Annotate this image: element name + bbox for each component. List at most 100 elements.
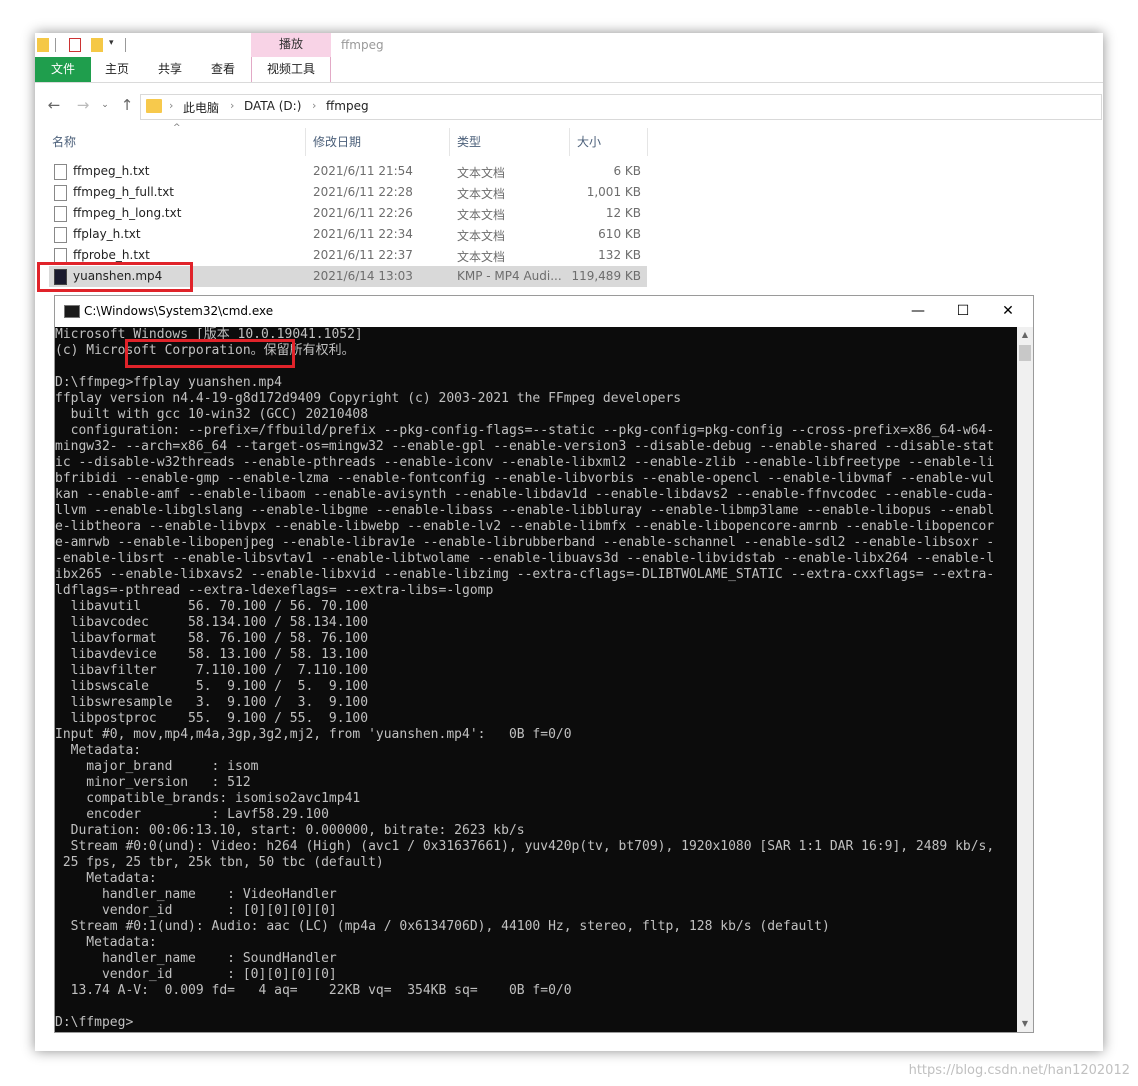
quick-access-toolbar: ▾ xyxy=(35,33,285,57)
maximize-button[interactable]: ☐ xyxy=(948,299,978,323)
file-type: 文本文档 xyxy=(457,187,506,201)
console-output[interactable]: Microsoft Windows [版本 10.0.19041.1052] (c… xyxy=(55,327,1016,1032)
console-line: -enable-libsrt --enable-libsvtav1 --enab… xyxy=(55,551,995,566)
file-type: 文本文档 xyxy=(457,166,506,180)
file-type: KMP - MP4 Audi... xyxy=(457,269,562,283)
separator xyxy=(125,38,127,52)
breadcrumb-this-pc[interactable]: 此电脑 xyxy=(183,99,219,116)
console-line: Input #0, mov,mp4,m4a,3gp,3g2,mj2, from … xyxy=(55,727,572,742)
chevron-right-icon[interactable]: › xyxy=(169,99,173,112)
console-line: major_brand : isom xyxy=(55,759,259,774)
tab-view[interactable]: 查看 xyxy=(201,57,245,82)
ribbon-tabs: 文件 主页 共享 查看 视频工具 xyxy=(35,57,1103,83)
minimize-button[interactable]: — xyxy=(903,299,933,323)
folder-icon xyxy=(146,99,162,113)
console-line: ic --disable-w32threads --enable-pthread… xyxy=(55,455,995,470)
console-line: 25 fps, 25 tbr, 25k tbn, 50 tbc (default… xyxy=(55,855,384,870)
file-row[interactable]: ffmpeg_h_long.txt 2021/6/11 22:26 文本文档 1… xyxy=(49,203,647,224)
column-divider[interactable] xyxy=(305,128,306,156)
console-line: mingw32- --arch=x86_64 --target-os=mingw… xyxy=(55,439,995,454)
address-box[interactable]: › 此电脑 › DATA (D:) › ffmpeg xyxy=(140,94,1102,120)
column-header-name[interactable]: 名称 xyxy=(52,128,76,156)
console-line: llvm --enable-libglslang --enable-libgme… xyxy=(55,503,995,518)
console-line: libpostproc 55. 9.100 / 55. 9.100 xyxy=(55,711,369,726)
column-header-size[interactable]: 大小 xyxy=(577,128,601,156)
file-row[interactable]: ffplay_h.txt 2021/6/11 22:34 文本文档 610 KB xyxy=(49,224,647,245)
console-line: vendor_id : [0][0][0][0] xyxy=(55,903,337,918)
sort-arrow-icon: ^ xyxy=(173,123,181,133)
forward-arrow-icon[interactable]: → xyxy=(73,95,93,115)
scroll-up-icon[interactable]: ▲ xyxy=(1017,327,1033,343)
file-row[interactable]: ffmpeg_h_full.txt 2021/6/11 22:28 文本文档 1… xyxy=(49,182,647,203)
cmd-window[interactable]: C:\Windows\System32\cmd.exe — ☐ ✕ Micros… xyxy=(54,295,1034,1033)
console-line: configuration: --prefix=/ffbuild/prefix … xyxy=(55,423,995,438)
cmd-title-bar[interactable]: C:\Windows\System32\cmd.exe — ☐ ✕ xyxy=(55,296,1033,327)
scroll-down-icon[interactable]: ▼ xyxy=(1017,1016,1033,1032)
properties-icon[interactable] xyxy=(69,38,81,52)
column-divider[interactable] xyxy=(449,128,450,156)
separator xyxy=(55,38,57,52)
column-divider[interactable] xyxy=(647,128,648,156)
file-row[interactable]: ffmpeg_h.txt 2021/6/11 21:54 文本文档 6 KB xyxy=(49,161,647,182)
column-header-type[interactable]: 类型 xyxy=(457,128,481,156)
console-line: ibx265 --enable-libxavs2 --enable-libxvi… xyxy=(55,567,995,582)
tab-video-tools[interactable]: 视频工具 xyxy=(251,57,331,82)
chevron-right-icon[interactable]: › xyxy=(230,99,234,112)
file-date: 2021/6/11 22:26 xyxy=(313,206,413,220)
console-line: handler_name : SoundHandler xyxy=(55,951,337,966)
breadcrumb-data-drive[interactable]: DATA (D:) xyxy=(244,99,301,113)
file-size: 119,489 KB xyxy=(571,269,641,283)
watermark: https://blog.csdn.net/han1202012 xyxy=(908,1063,1130,1078)
console-line: vendor_id : [0][0][0][0] xyxy=(55,967,337,982)
console-line: 13.74 A-V: 0.009 fd= 4 aq= 22KB vq= 354K… xyxy=(55,983,572,998)
highlight-box xyxy=(125,339,295,368)
column-header-date[interactable]: 修改日期 xyxy=(313,128,361,156)
chevron-right-icon[interactable]: › xyxy=(312,99,316,112)
file-type: 文本文档 xyxy=(457,208,506,222)
console-line: Metadata: xyxy=(55,871,157,886)
console-line: Metadata: xyxy=(55,935,157,950)
file-name: ffmpeg_h_long.txt xyxy=(73,206,182,220)
console-line: compatible_brands: isomiso2avc1mp41 xyxy=(55,791,361,806)
tab-share[interactable]: 共享 xyxy=(148,57,192,82)
file-size: 1,001 KB xyxy=(586,185,641,199)
console-line: libavformat 58. 76.100 / 58. 76.100 xyxy=(55,631,369,646)
console-line: D:\ffmpeg> xyxy=(55,1015,134,1030)
tab-home[interactable]: 主页 xyxy=(95,57,139,82)
text-file-icon xyxy=(54,164,67,180)
file-name: ffmpeg_h_full.txt xyxy=(73,185,175,199)
console-line: built with gcc 10-win32 (GCC) 20210408 xyxy=(55,407,369,422)
vertical-scrollbar[interactable]: ▲ ▼ xyxy=(1017,327,1033,1032)
folder-icon[interactable] xyxy=(37,38,49,52)
console-line: libavfilter 7.110.100 / 7.110.100 xyxy=(55,663,369,678)
tab-file[interactable]: 文件 xyxy=(35,57,91,82)
console-line: encoder : Lavf58.29.100 xyxy=(55,807,329,822)
new-folder-icon[interactable] xyxy=(91,38,103,52)
console-line: libavcodec 58.134.100 / 58.134.100 xyxy=(55,615,369,630)
file-type: 文本文档 xyxy=(457,250,506,264)
breadcrumb-ffmpeg[interactable]: ffmpeg xyxy=(326,99,369,113)
console-line: libswresample 3. 9.100 / 3. 9.100 xyxy=(55,695,369,710)
window-title: ffmpeg xyxy=(341,38,384,52)
close-button[interactable]: ✕ xyxy=(993,299,1023,323)
console-line: Stream #0:1(und): Audio: aac (LC) (mp4a … xyxy=(55,919,830,934)
up-arrow-icon[interactable]: ↑ xyxy=(117,95,137,115)
console-line: ldflags=-pthread --extra-ldexeflags= --e… xyxy=(55,583,494,598)
console-line: e-amrwb --enable-libopenjpeg --enable-li… xyxy=(55,535,995,550)
back-arrow-icon[interactable]: ← xyxy=(44,95,64,115)
scroll-thumb[interactable] xyxy=(1019,345,1031,361)
screenshot-frame: ▾ 播放 ffmpeg 文件 主页 共享 查看 视频工具 ← → ⌄ ↑ › 此… xyxy=(35,33,1103,1051)
console-line: kan --enable-amf --enable-libaom --enabl… xyxy=(55,487,995,502)
column-divider[interactable] xyxy=(569,128,570,156)
chevron-down-icon[interactable]: ⌄ xyxy=(95,95,115,115)
console-line: D:\ffmpeg>ffplay yuanshen.mp4 xyxy=(55,375,282,390)
console-line: libavdevice 58. 13.100 / 58. 13.100 xyxy=(55,647,369,662)
text-file-icon xyxy=(54,206,67,222)
console-line: libswscale 5. 9.100 / 5. 9.100 xyxy=(55,679,369,694)
console-line: ffplay version n4.4-19-g8d172d9409 Copyr… xyxy=(55,391,682,406)
console-line: Duration: 00:06:13.10, start: 0.000000, … xyxy=(55,823,525,838)
highlight-box xyxy=(37,262,193,292)
chevron-down-icon[interactable]: ▾ xyxy=(109,38,121,52)
file-size: 6 KB xyxy=(613,164,641,178)
